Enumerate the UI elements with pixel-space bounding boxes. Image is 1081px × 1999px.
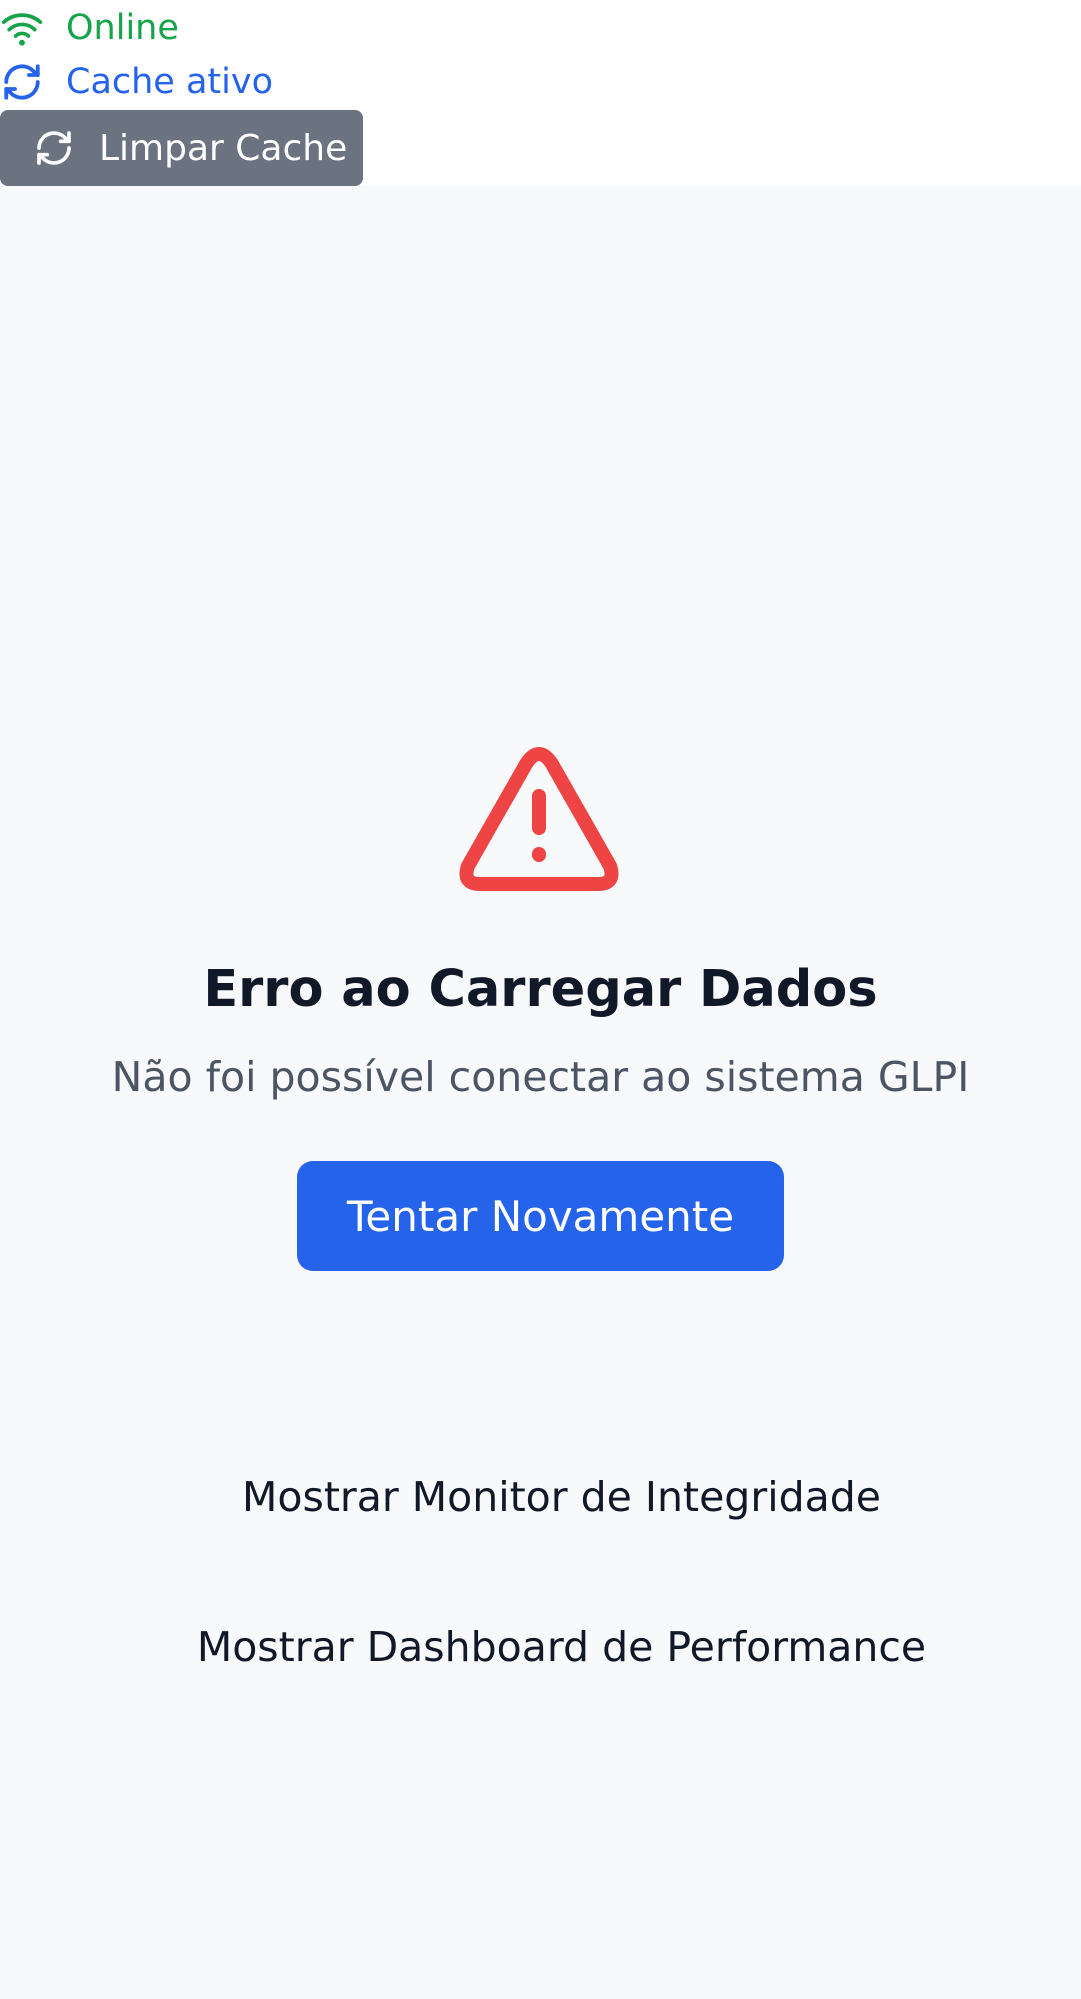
cache-status-label: Cache ativo <box>66 62 273 102</box>
error-title: Erro ao Carregar Dados <box>203 960 878 1019</box>
show-performance-dashboard-button[interactable]: Mostrar Dashboard de Performance <box>0 1622 1081 1672</box>
cache-status: Cache ativo <box>0 60 273 104</box>
refresh-icon <box>0 60 44 104</box>
wifi-icon <box>0 6 44 50</box>
error-message: Não foi possível conectar ao sistema GLP… <box>111 1053 970 1101</box>
refresh-icon <box>33 127 75 169</box>
show-integrity-monitor-button[interactable]: Mostrar Monitor de Integridade <box>0 1472 1081 1522</box>
clear-cache-label: Limpar Cache <box>99 127 348 169</box>
status-bar: Online Cache ativo Limpar Cache <box>0 0 1081 186</box>
warning-triangle-icon <box>459 747 619 891</box>
clear-cache-button[interactable]: Limpar Cache <box>0 110 363 186</box>
online-status: Online <box>0 6 179 50</box>
online-status-label: Online <box>66 8 179 48</box>
retry-button[interactable]: Tentar Novamente <box>297 1161 784 1271</box>
